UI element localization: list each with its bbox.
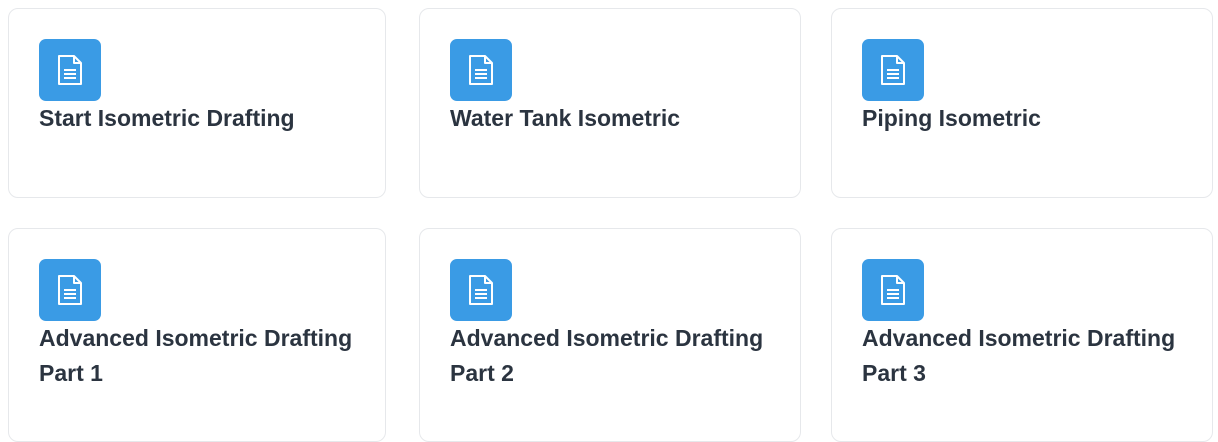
card-title[interactable]: Advanced Isometric Drafting Part 1 (39, 321, 359, 391)
course-card-water-tank-isometric[interactable]: Water Tank Isometric (419, 8, 801, 198)
course-card-advanced-part-2[interactable]: Advanced Isometric Drafting Part 2 (419, 228, 801, 442)
card-title[interactable]: Start Isometric Drafting (39, 101, 359, 136)
document-icon (39, 39, 101, 101)
course-card-start-isometric-drafting[interactable]: Start Isometric Drafting (8, 8, 386, 198)
document-icon (862, 259, 924, 321)
course-card-advanced-part-1[interactable]: Advanced Isometric Drafting Part 1 (8, 228, 386, 442)
card-title[interactable]: Advanced Isometric Drafting Part 2 (450, 321, 770, 391)
document-icon (39, 259, 101, 321)
document-icon (862, 39, 924, 101)
card-title[interactable]: Piping Isometric (862, 101, 1182, 136)
document-icon (450, 39, 512, 101)
course-card-advanced-part-3[interactable]: Advanced Isometric Drafting Part 3 (831, 228, 1213, 442)
course-card-piping-isometric[interactable]: Piping Isometric (831, 8, 1213, 198)
card-title[interactable]: Advanced Isometric Drafting Part 3 (862, 321, 1182, 391)
card-title[interactable]: Water Tank Isometric (450, 101, 770, 136)
document-icon (450, 259, 512, 321)
